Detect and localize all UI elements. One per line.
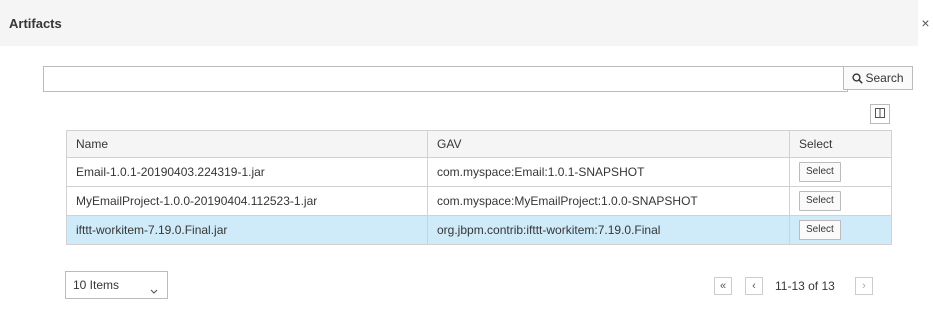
search-input[interactable] xyxy=(43,66,848,92)
table-row[interactable]: Email-1.0.1-20190403.224319-1.jar com.my… xyxy=(66,157,892,187)
search-button-label: Search xyxy=(865,71,904,85)
first-page-button[interactable]: « xyxy=(714,277,732,295)
prev-page-button[interactable]: ‹ xyxy=(745,277,763,295)
artifacts-table: Name GAV Select Email-1.0.1-20190403.224… xyxy=(66,130,892,245)
select-button[interactable]: Select xyxy=(799,162,841,182)
column-toggle-button[interactable] xyxy=(870,104,890,124)
page-size-select[interactable]: 10 Items xyxy=(65,271,168,299)
modal-title: Artifacts xyxy=(9,16,62,31)
select-cell: Select xyxy=(789,215,892,245)
column-toggle-icon xyxy=(875,107,885,121)
pagination-range: 11-13 of 13 xyxy=(775,279,835,293)
column-header-name[interactable]: Name xyxy=(66,130,428,158)
artifact-gav: org.jbpm.contrib:ifttt-workitem:7.19.0.F… xyxy=(427,215,790,245)
select-cell: Select xyxy=(789,186,892,216)
artifact-name: MyEmailProject-1.0.0-20190404.112523-1.j… xyxy=(66,186,428,216)
column-header-select: Select xyxy=(789,130,892,158)
close-button[interactable]: × xyxy=(918,14,933,32)
next-page-button[interactable]: › xyxy=(855,277,873,295)
select-button[interactable]: Select xyxy=(799,220,841,240)
artifact-gav: com.myspace:MyEmailProject:1.0.0-SNAPSHO… xyxy=(427,186,790,216)
select-cell: Select xyxy=(789,157,892,187)
artifact-gav: com.myspace:Email:1.0.1-SNAPSHOT xyxy=(427,157,790,187)
page-size-label: 10 Items xyxy=(73,278,120,292)
column-header-gav[interactable]: GAV xyxy=(427,130,790,158)
search-icon xyxy=(852,72,864,84)
select-button[interactable]: Select xyxy=(799,191,841,211)
search-button[interactable]: Search xyxy=(843,66,913,90)
artifact-name: ifttt-workitem-7.19.0.Final.jar xyxy=(66,215,428,245)
modal-header: Artifacts xyxy=(0,0,918,46)
table-header-row: Name GAV Select xyxy=(66,130,892,158)
chevron-down-icon xyxy=(150,283,158,297)
table-row[interactable]: ifttt-workitem-7.19.0.Final.jar org.jbpm… xyxy=(66,215,892,245)
table-row[interactable]: MyEmailProject-1.0.0-20190404.112523-1.j… xyxy=(66,186,892,216)
artifact-name: Email-1.0.1-20190403.224319-1.jar xyxy=(66,157,428,187)
